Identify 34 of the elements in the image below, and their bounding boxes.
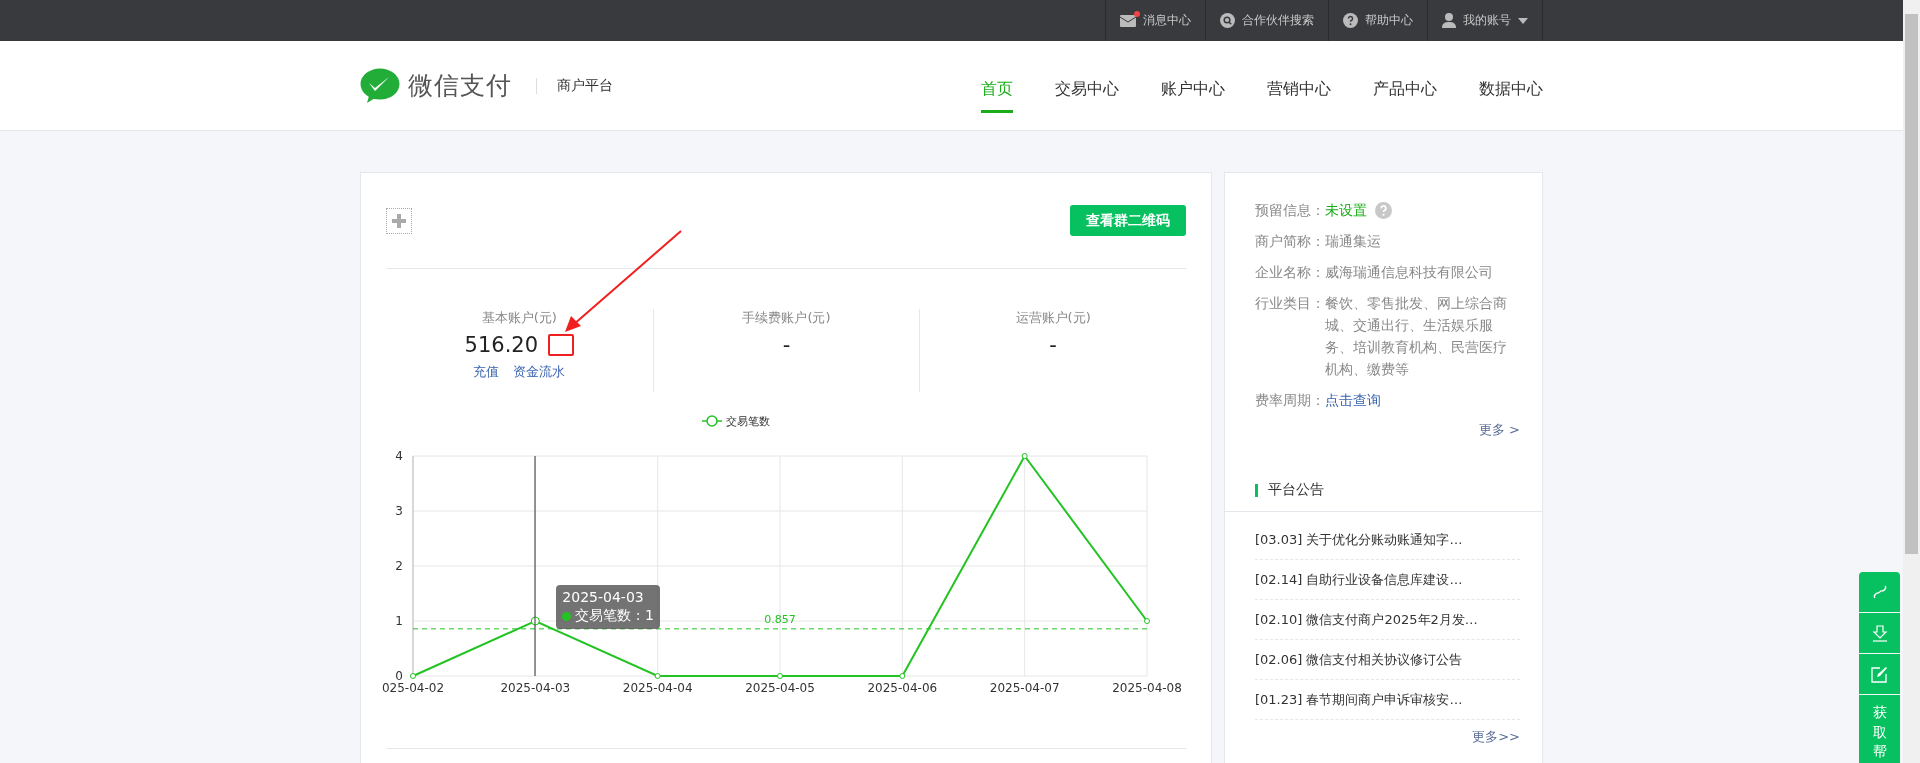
x-axis-label: 025-04-02: [381, 681, 445, 695]
account-title: 基本账户(元): [481, 309, 557, 327]
account-amount: -: [782, 333, 791, 357]
section-title: 平台公告: [1268, 481, 1324, 499]
average-value: 0.857: [764, 612, 796, 626]
x-axis-label: 2025-04-08: [1112, 681, 1182, 695]
y-axis-label: 0: [395, 669, 403, 683]
info-label: 企业名称：: [1255, 263, 1325, 282]
info-value: 未设置: [1325, 201, 1367, 220]
y-axis-label: 4: [395, 449, 403, 463]
y-axis-label: 2: [395, 559, 403, 573]
logo-text: 微信支付: [408, 70, 512, 102]
account-title: 运营账户(元): [1015, 309, 1091, 327]
platform-name: 商户平台: [557, 76, 613, 95]
info-label: 行业类目：: [1255, 294, 1325, 313]
x-axis-label: 2025-04-05: [745, 681, 815, 695]
info-label: 费率周期：: [1255, 391, 1325, 410]
legend-label: 交易笔数: [726, 415, 770, 428]
y-axis-label: 1: [395, 614, 403, 628]
tooltip-value: 交易笔数 : 1: [575, 607, 654, 625]
y-axis-label: 3: [395, 504, 403, 518]
x-axis-label: 2025-04-03: [500, 681, 571, 695]
tooltip-date: 2025-04-03: [562, 589, 645, 605]
info-value: 威海瑞通信息科技有限公司: [1325, 263, 1493, 282]
x-axis-label: 2025-04-04: [622, 681, 693, 695]
info-value: 瑞通集运: [1325, 232, 1381, 251]
info-label: 商户简称：: [1255, 232, 1325, 251]
account-amount: 516.20: [464, 333, 539, 357]
account-title: 手续费账户(元): [742, 309, 831, 327]
info-label: 预留信息：: [1255, 201, 1325, 220]
x-axis-label: 2025-04-06: [867, 681, 938, 695]
x-axis-label: 2025-04-07: [989, 681, 1060, 695]
info-value: 餐饮、零售批发、网上综合商城、交通出行、生活娱乐服务、培训教育机构、民营医疗机构、缴费等: [1325, 294, 1508, 379]
account-amount: -: [1049, 333, 1057, 357]
